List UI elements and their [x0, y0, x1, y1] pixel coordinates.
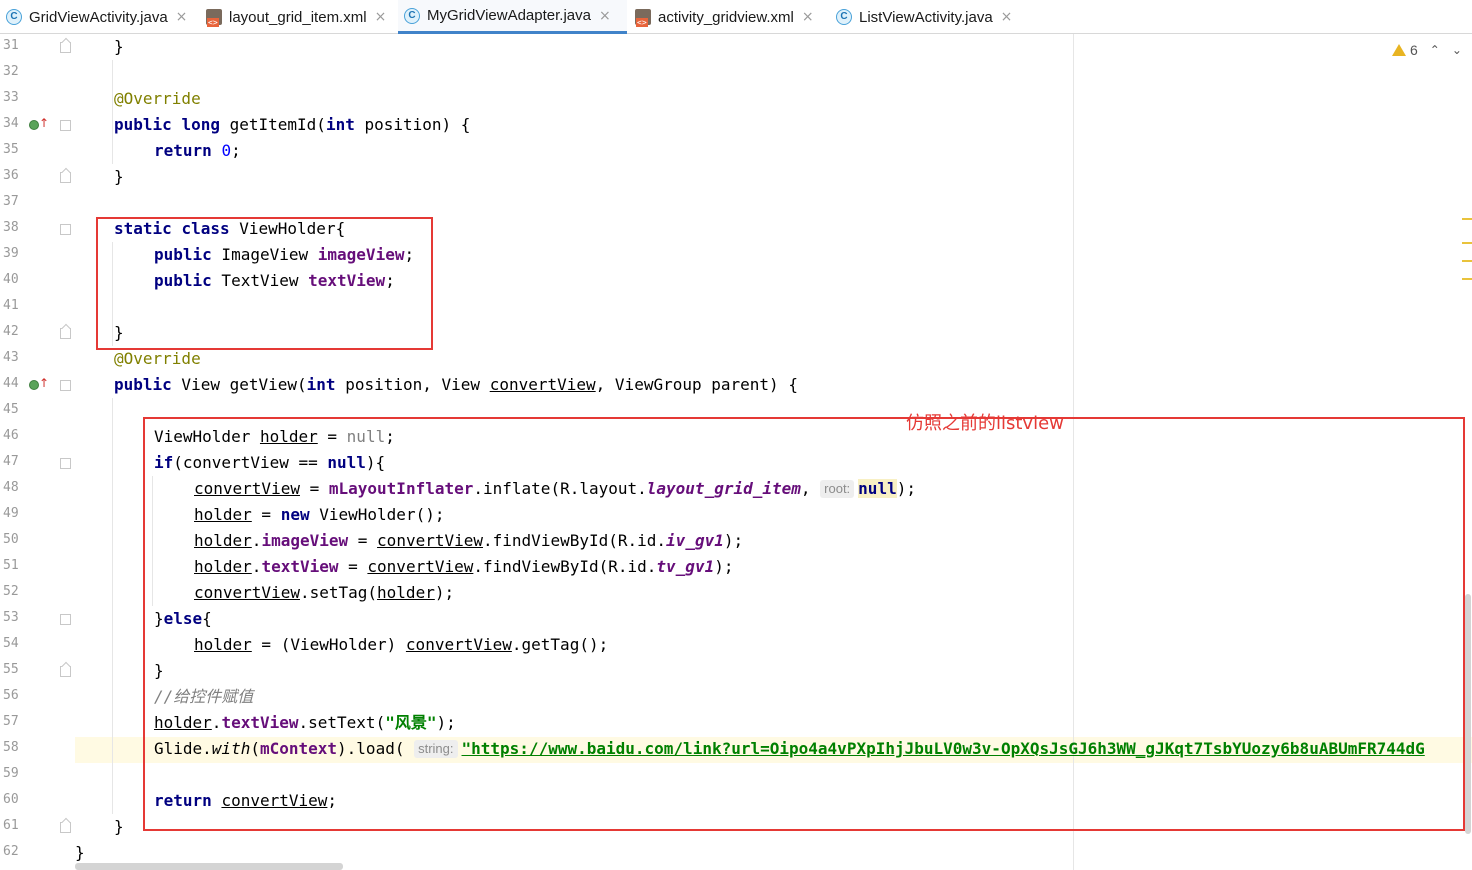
line-number: 39: [3, 246, 19, 261]
line-number: 46: [3, 428, 19, 443]
vertical-scrollbar[interactable]: [1465, 594, 1471, 834]
code-line-36: }: [114, 167, 124, 186]
line-number: 34: [3, 116, 19, 131]
implements-method-icon[interactable]: ↑: [29, 376, 49, 391]
tab-mygridviewadapter[interactable]: C MyGridViewAdapter.java ×: [398, 0, 627, 34]
warning-stripe-mark[interactable]: [1462, 278, 1472, 280]
tab-label: MyGridViewAdapter.java: [427, 7, 591, 24]
code-line-31: }: [114, 37, 124, 56]
line-number: 32: [3, 64, 19, 79]
implements-method-icon[interactable]: ↑: [29, 116, 49, 131]
line-number: 57: [3, 714, 19, 729]
line-number: 60: [3, 792, 19, 807]
line-number: 48: [3, 480, 19, 495]
line-number: 56: [3, 688, 19, 703]
line-number: 51: [3, 558, 19, 573]
line-number: 52: [3, 584, 19, 599]
xml-file-icon: [206, 9, 222, 27]
line-number: 47: [3, 454, 19, 469]
fold-icon[interactable]: [60, 458, 71, 469]
fold-icon[interactable]: [60, 614, 71, 625]
editor-tab-bar: C GridViewActivity.java × layout_grid_it…: [0, 0, 1472, 34]
line-number: 40: [3, 272, 19, 287]
annotation-box-viewholder: [96, 217, 433, 350]
warning-count: 6: [1410, 42, 1418, 58]
line-number: 36: [3, 168, 19, 183]
fold-icon[interactable]: [60, 224, 71, 235]
tab-label: layout_grid_item.xml: [229, 8, 367, 26]
xml-file-icon: [635, 9, 651, 27]
line-number: 43: [3, 350, 19, 365]
close-icon[interactable]: ×: [176, 9, 188, 25]
line-number: 61: [3, 818, 19, 833]
close-icon[interactable]: ×: [802, 9, 814, 25]
line-number: 31: [3, 38, 19, 53]
tab-activity-gridview[interactable]: activity_gridview.xml ×: [629, 0, 829, 34]
line-number: 50: [3, 532, 19, 547]
warning-stripe-mark[interactable]: [1462, 218, 1472, 220]
fold-end-icon[interactable]: [60, 822, 71, 833]
line-number: 37: [3, 194, 19, 209]
horizontal-scrollbar[interactable]: [75, 863, 343, 870]
java-class-icon: C: [6, 9, 22, 25]
code-line-33: @Override: [114, 89, 201, 108]
code-line-34: public long getItemId(int position) {: [114, 115, 471, 134]
line-number: 38: [3, 220, 19, 235]
tab-gridviewactivity[interactable]: C GridViewActivity.java ×: [0, 0, 200, 34]
line-number: 35: [3, 142, 19, 157]
inspection-widget[interactable]: 6 ⌃ ⌄: [1392, 40, 1462, 60]
line-number: 45: [3, 402, 19, 417]
line-number: 41: [3, 298, 19, 313]
fold-icon[interactable]: [60, 120, 71, 131]
fold-end-icon[interactable]: [60, 666, 71, 677]
chevron-up-icon[interactable]: ⌃: [1430, 43, 1440, 57]
tab-layout-grid-item[interactable]: layout_grid_item.xml ×: [200, 0, 398, 34]
line-number: 58: [3, 740, 19, 755]
tab-label: GridViewActivity.java: [29, 8, 168, 26]
warning-icon: [1392, 44, 1406, 56]
code-editor[interactable]: 31 32 33 34 35 36 37 38 39 40 41 42 43 4…: [0, 34, 1472, 870]
line-number: 49: [3, 506, 19, 521]
line-number: 44: [3, 376, 19, 391]
line-number: 62: [3, 844, 19, 859]
line-number: 33: [3, 90, 19, 105]
close-icon[interactable]: ×: [599, 8, 611, 24]
fold-icon[interactable]: [60, 380, 71, 391]
fold-end-icon[interactable]: [60, 42, 71, 53]
line-number: 54: [3, 636, 19, 651]
line-number: 53: [3, 610, 19, 625]
fold-end-icon[interactable]: [60, 172, 71, 183]
warning-stripe-mark[interactable]: [1462, 242, 1472, 244]
line-number: 42: [3, 324, 19, 339]
java-class-icon: C: [404, 7, 420, 24]
close-icon[interactable]: ×: [1001, 9, 1013, 25]
code-line-44: public View getView(int position, View c…: [114, 375, 798, 394]
annotation-note: 仿照之前的listview: [906, 413, 1064, 434]
close-icon[interactable]: ×: [375, 9, 387, 25]
annotation-box-getview: [143, 417, 1465, 831]
fold-end-icon[interactable]: [60, 328, 71, 339]
chevron-down-icon[interactable]: ⌄: [1452, 43, 1462, 57]
warning-stripe-mark[interactable]: [1462, 260, 1472, 262]
java-class-icon: C: [836, 9, 852, 25]
tab-listviewactivity[interactable]: C ListViewActivity.java ×: [830, 0, 1030, 34]
editor-gutter: 31 32 33 34 35 36 37 38 39 40 41 42 43 4…: [0, 34, 75, 870]
code-line-61: }: [114, 817, 124, 836]
line-number: 59: [3, 766, 19, 781]
code-line-35: return 0;: [154, 141, 241, 160]
tab-label: activity_gridview.xml: [658, 8, 794, 26]
line-number: 55: [3, 662, 19, 677]
tab-label: ListViewActivity.java: [859, 8, 993, 26]
